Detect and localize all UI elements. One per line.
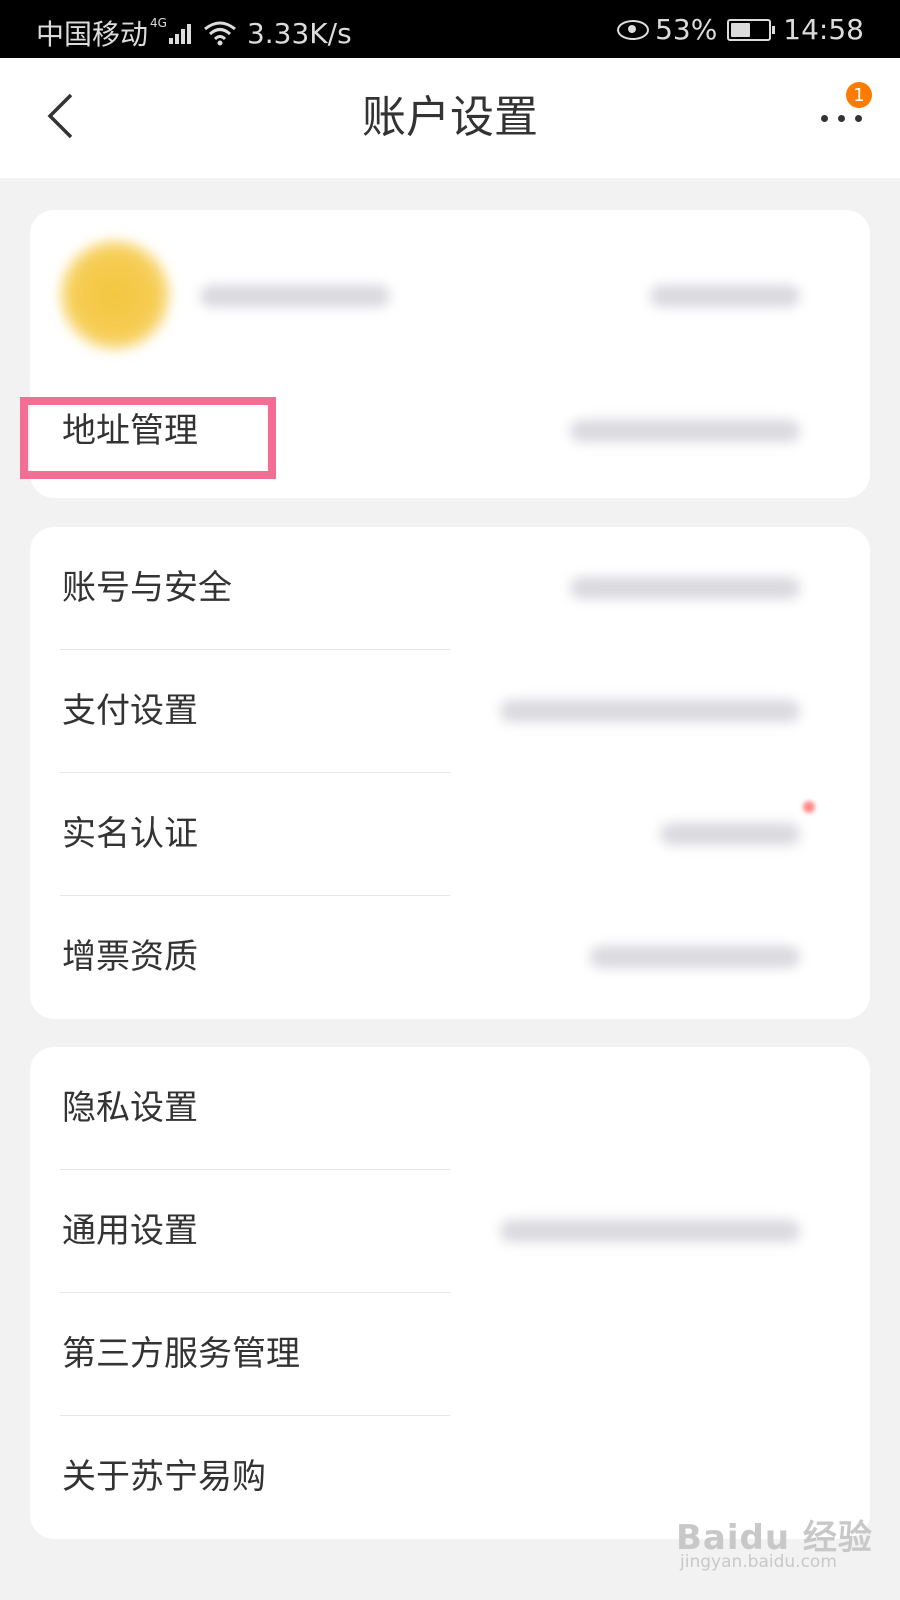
wifi-icon: [203, 20, 237, 46]
battery-fill: [731, 22, 751, 37]
row-privacy-settings[interactable]: 隐私设置: [30, 1047, 870, 1170]
highlight-box: [20, 397, 276, 479]
profile-row[interactable]: [30, 210, 870, 370]
row-value-blurred: [590, 946, 800, 968]
notification-badge: 1: [846, 82, 872, 108]
row-account-security[interactable]: 账号与安全: [30, 527, 870, 650]
member-info-blurred: [650, 285, 800, 307]
row-real-name-verification[interactable]: 实名认证: [30, 773, 870, 896]
carrier-label: 中国移动: [36, 18, 149, 51]
battery-percent: 53%: [655, 13, 718, 46]
row-label: 关于苏宁易购: [62, 1457, 266, 1497]
row-vat-invoice-qualification[interactable]: 增票资质: [30, 896, 870, 1019]
network-type: 4G: [150, 16, 167, 30]
header: 账户设置 1: [0, 58, 900, 178]
row-payment-settings[interactable]: 支付设置: [30, 650, 870, 773]
battery-icon: [727, 18, 776, 41]
row-value-blurred: [570, 577, 800, 599]
signal-icon: [168, 22, 193, 44]
row-value-blurred: [570, 420, 800, 442]
row-label: 第三方服务管理: [62, 1334, 300, 1374]
more-button[interactable]: 1: [806, 82, 876, 148]
row-label: 增票资质: [62, 937, 198, 977]
row-label: 通用设置: [62, 1211, 198, 1251]
row-third-party-services[interactable]: 第三方服务管理: [30, 1293, 870, 1416]
username-blurred: [200, 285, 390, 307]
baidu-watermark: Baidu 经验 jingyan.baidu.com: [676, 1500, 886, 1580]
row-value-blurred: [500, 700, 800, 722]
row-value-blurred: [500, 1220, 800, 1242]
network-speed: 3.33K/s: [246, 16, 352, 50]
row-label: 实名认证: [62, 814, 198, 854]
settings-card-account: 账号与安全 支付设置 实名认证 增票资质: [30, 527, 870, 1019]
row-general-settings[interactable]: 通用设置: [30, 1170, 870, 1293]
settings-card-general: 隐私设置 通用设置 第三方服务管理 关于苏宁易购: [30, 1047, 870, 1539]
row-label: 隐私设置: [62, 1088, 198, 1128]
notification-dot: [803, 801, 815, 813]
status-bar-left: 中国移动 4G 3.33K/s: [36, 13, 352, 53]
avatar: [60, 240, 170, 350]
clock: 14:58: [783, 13, 864, 46]
status-bar: 中国移动 4G 3.33K/s 53% 14:58: [0, 0, 900, 58]
row-label: 账号与安全: [62, 568, 232, 608]
more-icon: [820, 114, 862, 122]
eye-comfort-icon: [617, 19, 650, 40]
page-title: 账户设置: [362, 92, 538, 143]
watermark-url: jingyan.baidu.com: [680, 1552, 837, 1572]
status-bar-right: 53% 14:58: [617, 13, 864, 46]
row-label: 支付设置: [62, 691, 198, 731]
row-value-blurred: [660, 823, 800, 845]
